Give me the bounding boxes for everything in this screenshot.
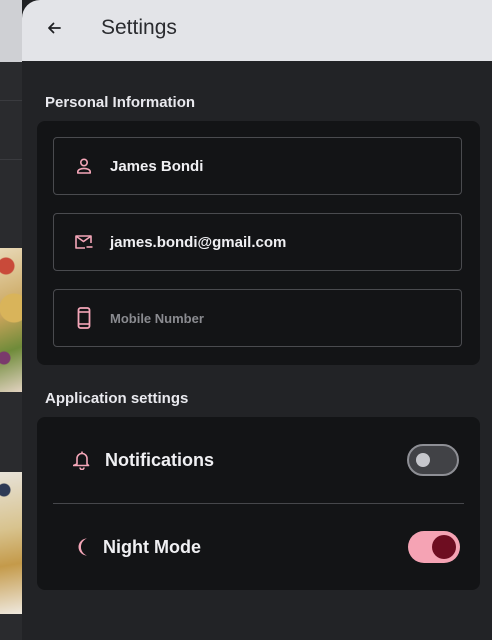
notifications-label: Notifications: [105, 449, 215, 470]
mobile-input[interactable]: [110, 310, 410, 326]
toggle-knob: [432, 535, 456, 559]
night-mode-label: Night Mode: [103, 536, 201, 557]
personal-info-card: James Bondi james.bondi@gmail.com: [37, 121, 480, 365]
settings-divider: [53, 503, 464, 504]
app-bar: Settings: [22, 0, 492, 61]
night-mode-row[interactable]: Night Mode: [53, 517, 462, 577]
settings-drawer: Settings Personal Information James Bond…: [22, 0, 492, 640]
background-divider: [0, 159, 22, 160]
toggle-knob: [416, 453, 430, 467]
mail-icon: [74, 232, 94, 252]
night-mode-toggle[interactable]: [408, 531, 460, 563]
page-title: Settings: [101, 16, 177, 39]
arrow-left-icon: [46, 20, 62, 41]
name-value: James Bondi: [110, 157, 204, 175]
moon-icon: [71, 536, 93, 558]
name-field[interactable]: James Bondi: [53, 137, 462, 195]
notifications-toggle[interactable]: [407, 444, 459, 476]
email-field[interactable]: james.bondi@gmail.com: [53, 213, 462, 271]
smartphone-icon: [74, 307, 94, 329]
background-page: [0, 0, 22, 640]
app-settings-card: Notifications Night Mode: [37, 417, 480, 590]
mobile-field[interactable]: [53, 289, 462, 347]
background-divider: [0, 100, 22, 101]
personal-info-heading: Personal Information: [45, 94, 196, 111]
person-icon: [74, 156, 94, 176]
background-food-image: [0, 472, 22, 614]
notifications-row[interactable]: Notifications: [53, 430, 462, 490]
app-settings-heading: Application settings: [45, 390, 189, 407]
background-food-image: [0, 248, 22, 392]
back-button[interactable]: [40, 16, 68, 44]
background-header: [0, 0, 22, 62]
bell-icon: [71, 449, 93, 471]
email-value: james.bondi@gmail.com: [110, 233, 287, 251]
